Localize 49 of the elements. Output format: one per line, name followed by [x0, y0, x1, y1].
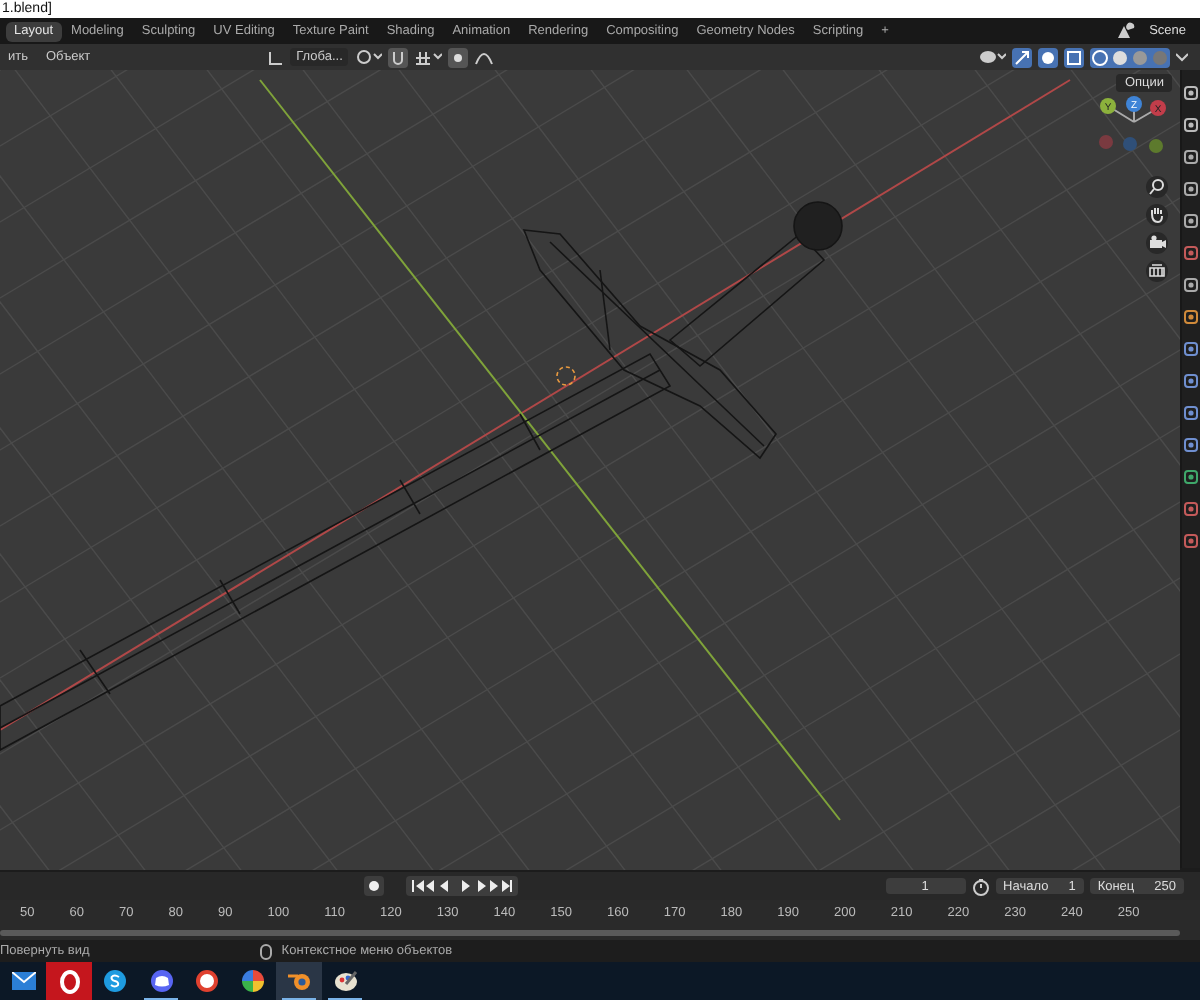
envelope-icon	[11, 972, 35, 990]
property-tab-icon[interactable]	[1184, 182, 1198, 196]
property-tab-icon[interactable]	[1184, 342, 1198, 356]
property-tab-icon[interactable]	[1184, 438, 1198, 452]
taskbar-app[interactable]	[46, 962, 92, 1000]
property-tab-icon[interactable]	[1184, 118, 1198, 132]
eye-icon[interactable]	[978, 48, 1006, 66]
running-indicator	[144, 997, 178, 1000]
camera-icon[interactable]	[1146, 232, 1168, 254]
property-tab-icon[interactable]	[1184, 150, 1198, 164]
property-tab-icon[interactable]	[1184, 406, 1198, 420]
dot-icon[interactable]	[448, 47, 469, 67]
orbit-icon	[287, 970, 311, 992]
property-tab-icon[interactable]	[1184, 502, 1198, 516]
origin-marker	[556, 366, 576, 386]
xray-icon[interactable]	[1064, 47, 1084, 67]
playback-controls-drawing[interactable]	[406, 876, 519, 896]
scene-icon[interactable]	[1113, 22, 1138, 40]
property-tab-icon[interactable]	[1184, 374, 1198, 388]
stopwatch-icon[interactable]	[971, 877, 990, 895]
running-indicator	[282, 997, 316, 1000]
record-button[interactable]	[364, 876, 385, 896]
property-tab-icon[interactable]	[1184, 470, 1198, 484]
timeline-scrollbar[interactable]	[0, 929, 1180, 935]
property-tab-icon[interactable]	[1184, 214, 1198, 228]
grid-view-icon[interactable]	[1146, 260, 1168, 282]
magnet-icon[interactable]	[388, 47, 409, 67]
mouse-icon	[259, 943, 272, 959]
property-tab-icon[interactable]	[1184, 534, 1198, 548]
ring-icon	[59, 969, 79, 993]
zoom-icon[interactable]	[1146, 176, 1168, 198]
shading-modes-icon[interactable]	[1090, 47, 1170, 67]
palette-icon	[333, 970, 357, 992]
badge-icon	[196, 970, 218, 992]
property-tab-icon[interactable]	[1184, 278, 1198, 292]
color-wheel-icon	[242, 970, 264, 992]
chevron-icon[interactable]	[1176, 48, 1188, 66]
property-tab-icon[interactable]	[1184, 310, 1198, 324]
link-icon[interactable]	[354, 48, 383, 66]
transform-axes-icon[interactable]	[268, 49, 285, 65]
property-tab-icon[interactable]	[1184, 246, 1198, 260]
grid-snap-icon[interactable]	[414, 48, 443, 66]
hand-icon[interactable]	[1146, 204, 1168, 226]
running-indicator	[328, 997, 362, 1000]
overlay-toggle-icon[interactable]	[1038, 47, 1058, 67]
gizmo-toggle-icon[interactable]	[1012, 47, 1032, 67]
letter-circle-icon	[104, 970, 126, 992]
arc-icon[interactable]	[474, 48, 495, 66]
property-tab-icon[interactable]	[1184, 86, 1198, 100]
